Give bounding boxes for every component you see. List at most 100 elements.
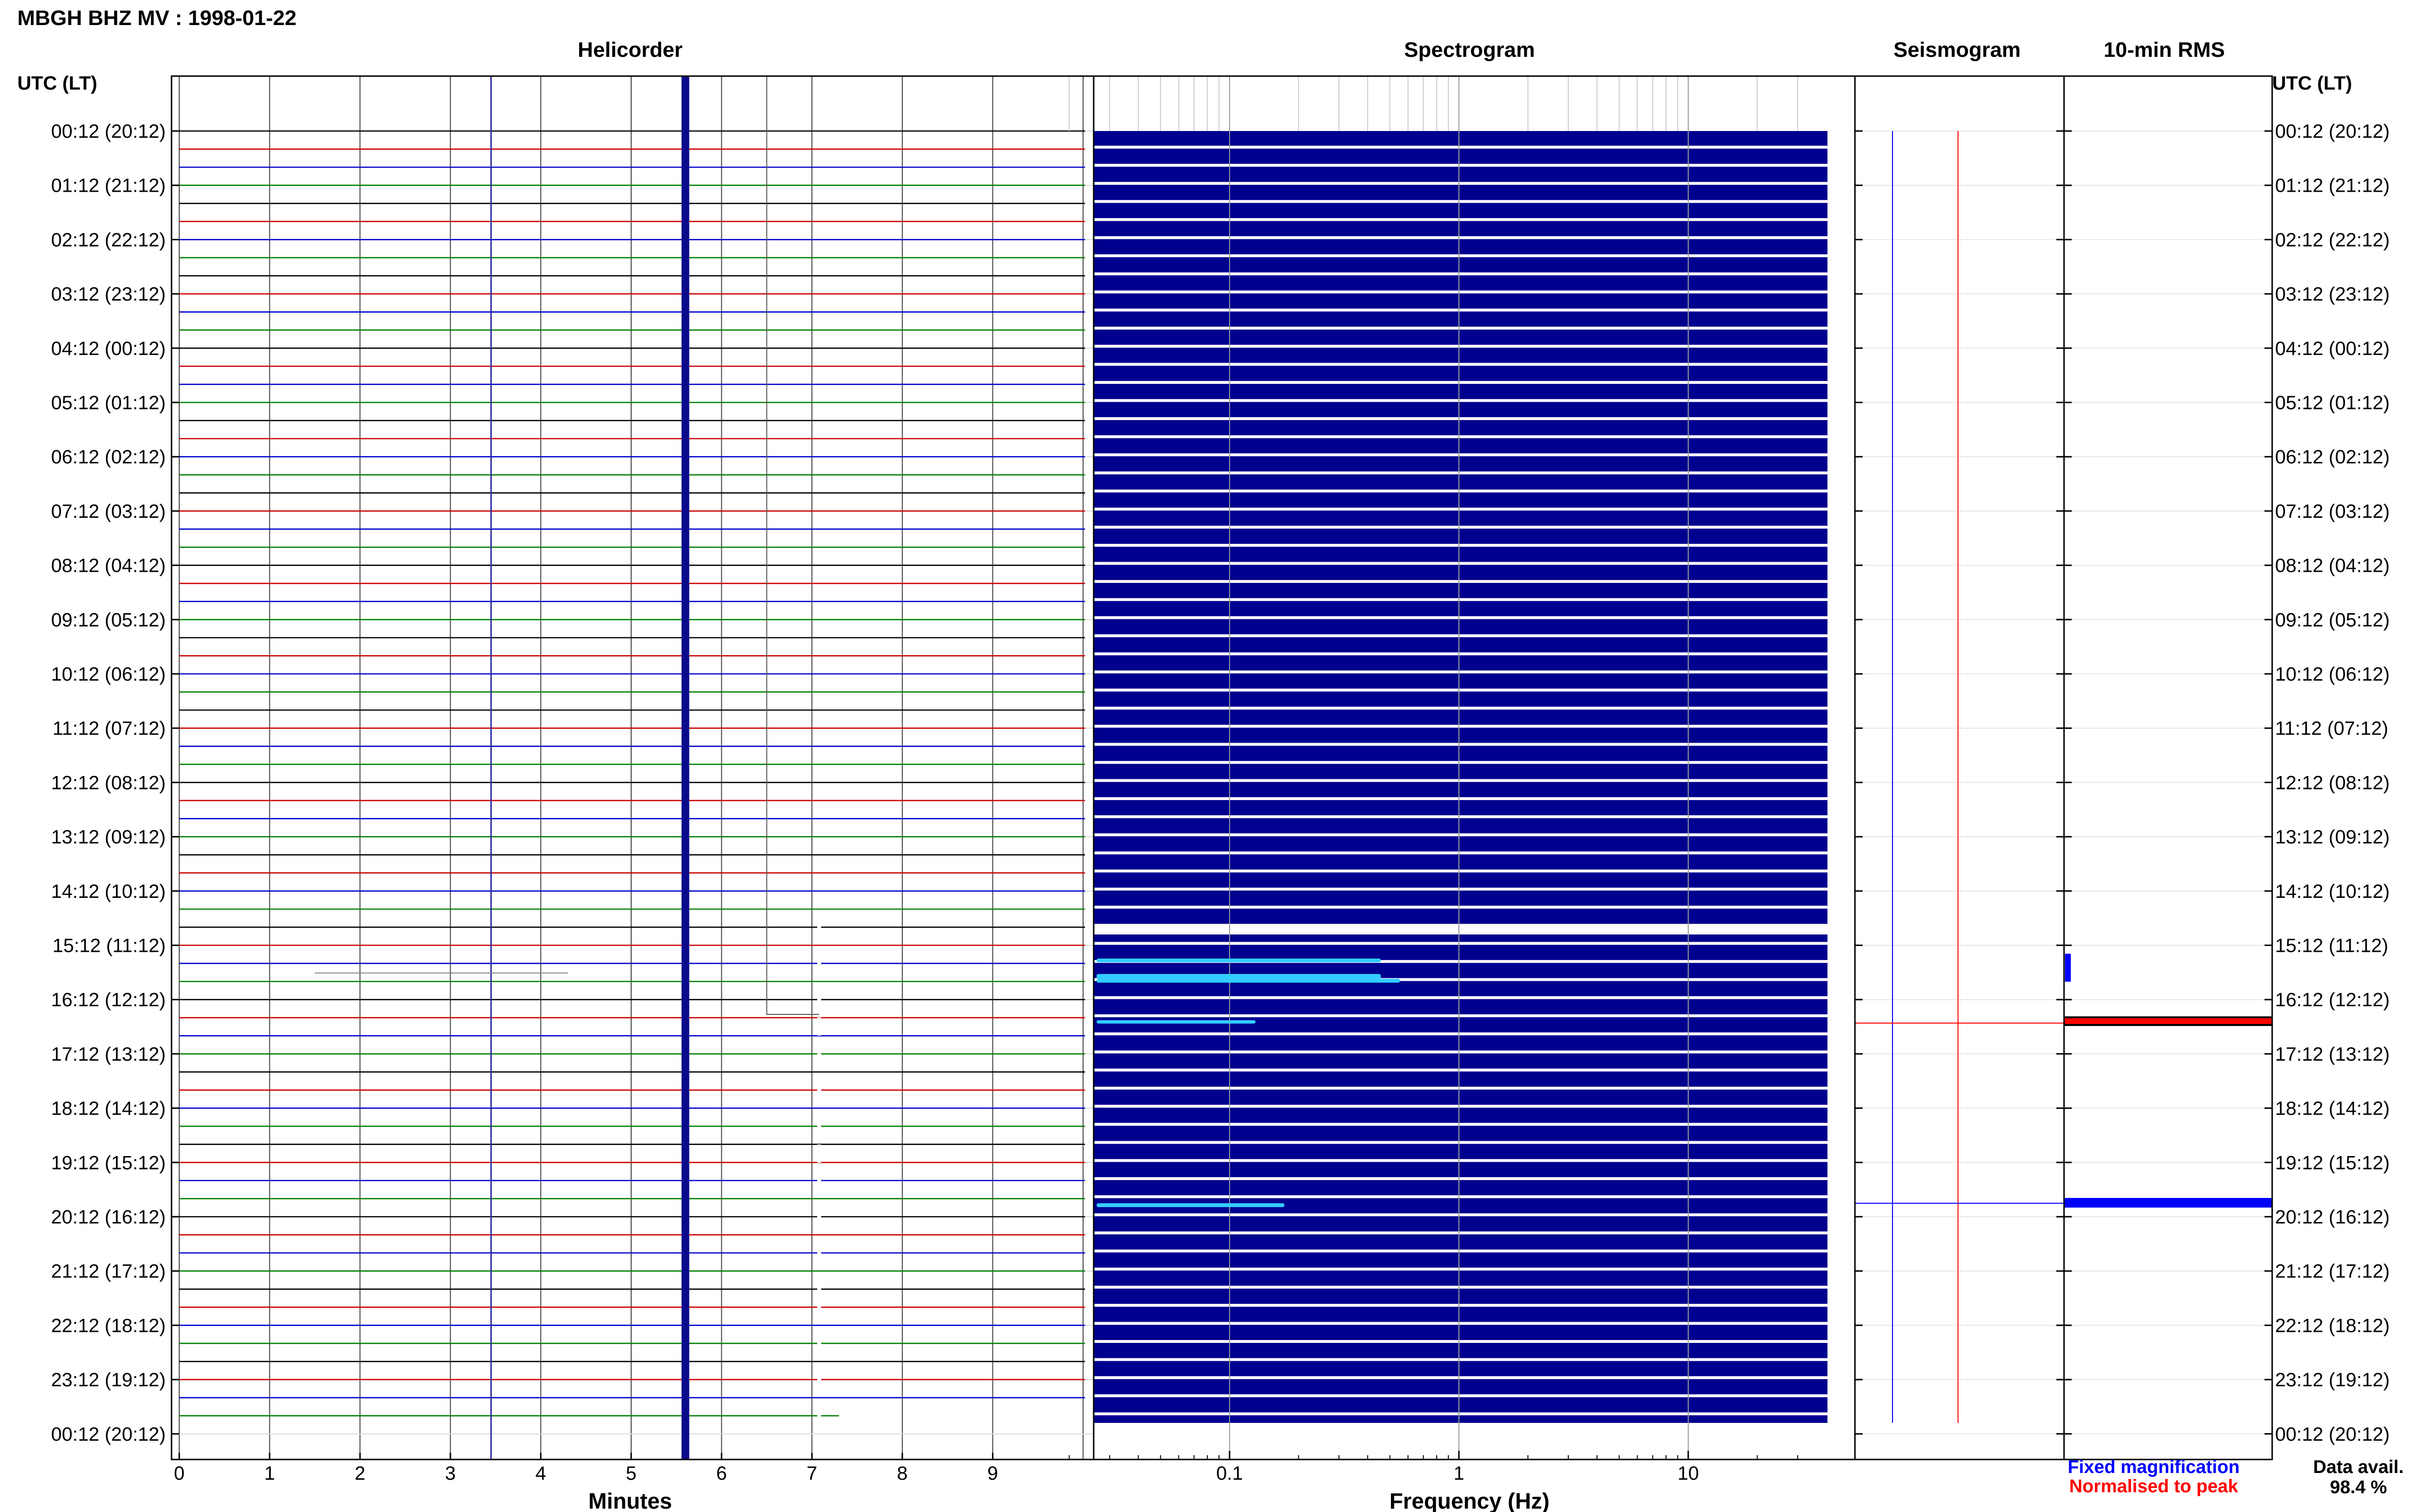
left-time-label-9: 09:12 (05:12) [51, 609, 166, 631]
spectrogram-panel [1069, 76, 1827, 1459]
spectrogram-row-gap-70 [1094, 1412, 1827, 1416]
right-time-label-21: 21:12 (17:12) [2275, 1261, 2390, 1282]
spectrogram-row-gap-18 [1094, 471, 1827, 474]
spectrogram-row-gap-23 [1094, 562, 1827, 565]
data-availability-label: Data avail. [2313, 1457, 2404, 1477]
left-time-label-22: 22:12 (18:12) [51, 1315, 166, 1336]
spectrogram-row-gap-11 [1094, 344, 1827, 348]
spectrogram-row-gap-57 [1094, 1177, 1827, 1180]
spectrogram-row-gap-37 [1094, 815, 1827, 818]
spectrogram-row-gap-4 [1094, 218, 1827, 221]
right-time-label-12: 12:12 (08:12) [2275, 772, 2390, 793]
rms-burst-normalised-1712 [2064, 1018, 2272, 1024]
right-time-label-14: 14:12 (10:12) [2275, 881, 2390, 902]
right-time-label-1: 01:12 (21:12) [2275, 175, 2390, 197]
right-time-label-17: 17:12 (13:12) [2275, 1044, 2390, 1065]
spectrogram-row-gap-24 [1094, 580, 1827, 583]
left-time-label-24: 00:12 (20:12) [51, 1424, 166, 1445]
spectrogram-row-gap-14 [1094, 399, 1827, 402]
event-spike-5.6 [681, 76, 689, 1459]
minute-tick-label-2: 2 [355, 1463, 365, 1484]
spectrogram-row-gap-16 [1094, 435, 1827, 438]
spectrogram-row-gap-2 [1094, 182, 1827, 185]
left-time-label-2: 02:12 (22:12) [51, 229, 166, 250]
spectrogram-row-gap-17 [1094, 453, 1827, 457]
spectrogram-row-gap-20 [1094, 507, 1827, 511]
left-time-label-20: 20:12 (16:12) [51, 1207, 166, 1228]
figure-title: MBGH BHZ MV : 1998-01-22 [17, 6, 296, 30]
spectrogram-row-gap-41 [1094, 887, 1827, 891]
legend-fixed-magnification: Fixed magnification [2068, 1457, 2240, 1477]
seismogram-panel-title: Seismogram [1893, 38, 2021, 62]
left-time-label-4: 04:12 (00:12) [51, 338, 166, 359]
right-time-label-10: 10:12 (06:12) [2275, 664, 2390, 685]
spectrogram-fill [1094, 131, 1827, 1423]
spectrogram-energy-streak-0 [1097, 959, 1381, 962]
spectrogram-row-gap-68 [1094, 1376, 1827, 1380]
left-time-label-1: 01:12 (21:12) [51, 175, 166, 197]
right-time-label-5: 05:12 (01:12) [2275, 393, 2390, 414]
spectrogram-row-gap-19 [1094, 489, 1827, 493]
right-time-label-20: 20:12 (16:12) [2275, 1207, 2390, 1228]
spectrogram-x-axis-label: Frequency (Hz) [1390, 1488, 1549, 1512]
spectrogram-row-gap-55 [1094, 1141, 1827, 1144]
right-time-label-24: 00:12 (20:12) [2275, 1424, 2390, 1445]
spectrogram-row-gap-22 [1094, 544, 1827, 547]
right-time-label-0: 00:12 (20:12) [2275, 121, 2390, 142]
right-time-label-2: 02:12 (22:12) [2275, 229, 2390, 250]
spectrogram-row-gap-0 [1094, 145, 1827, 149]
spectrogram-row-gap-21 [1094, 526, 1827, 529]
freq-tick-label-10: 10 [1678, 1463, 1699, 1484]
spectrogram-row-gap-58 [1094, 1195, 1827, 1198]
left-time-label-8: 08:12 (04:12) [51, 555, 166, 577]
spectrogram-row-gap-9 [1094, 308, 1827, 312]
left-time-label-12: 12:12 (08:12) [51, 772, 166, 793]
left-time-label-19: 19:12 (15:12) [51, 1152, 166, 1173]
spectrogram-row-gap-50 [1094, 1050, 1827, 1053]
spectrogram-row-gap-52 [1094, 1087, 1827, 1090]
right-time-label-22: 22:12 (18:12) [2275, 1315, 2390, 1336]
spectrogram-row-gap-66 [1094, 1340, 1827, 1343]
spectrogram-row-gap-34 [1094, 761, 1827, 764]
spectrogram-row-gap-53 [1094, 1104, 1827, 1108]
spectrogram-row-gap-27 [1094, 634, 1827, 637]
minute-tick-label-0: 0 [174, 1463, 185, 1484]
minute-tick-label-3: 3 [445, 1463, 456, 1484]
left-time-label-15: 15:12 (11:12) [53, 935, 166, 957]
spectrogram-row-gap-49 [1094, 1032, 1827, 1036]
spectrogram-row-gap-31 [1094, 707, 1827, 710]
spectrogram-row-gap-38 [1094, 833, 1827, 837]
spectrogram-row-gap-36 [1094, 797, 1827, 800]
spectrogram-row-gap-30 [1094, 688, 1827, 692]
left-time-label-3: 03:12 (23:12) [51, 284, 166, 305]
spectrogram-energy-streak-2 [1097, 979, 1400, 983]
right-time-label-11: 11:12 (07:12) [2275, 718, 2388, 739]
spectrogram-row-gap-44 [1094, 942, 1827, 945]
spectrogram-row-gap-67 [1094, 1358, 1827, 1361]
rms-panel-title: 10-min RMS [2104, 38, 2225, 62]
left-time-label-17: 17:12 (13:12) [51, 1044, 166, 1065]
spectrogram-row-gap-3 [1094, 200, 1827, 203]
right-time-label-18: 18:12 (14:12) [2275, 1098, 2390, 1119]
right-time-label-4: 04:12 (00:12) [2275, 338, 2390, 359]
spectrogram-row-gap-40 [1094, 869, 1827, 873]
spectrogram-row-gap-59 [1094, 1213, 1827, 1216]
spectrogram-energy-streak-4 [1097, 1203, 1284, 1207]
right-time-label-6: 06:12 (02:12) [2275, 447, 2390, 468]
data-availability-value: 98.4 % [2330, 1477, 2387, 1498]
spectrogram-row-gap-63 [1094, 1286, 1827, 1289]
right-time-label-9: 09:12 (05:12) [2275, 609, 2390, 631]
left-time-label-18: 18:12 (14:12) [51, 1098, 166, 1119]
spectrogram-row-gap-39 [1094, 851, 1827, 855]
spectrogram-row-gap-71 [1094, 1430, 1827, 1433]
spectrogram-row-gap-56 [1094, 1159, 1827, 1162]
minute-tick-label-8: 8 [897, 1463, 908, 1484]
spectrogram-data-gap [1094, 925, 1827, 934]
helicorder-x-axis-label: Minutes [588, 1488, 672, 1512]
spectrogram-row-gap-1 [1094, 164, 1827, 167]
minute-tick-label-1: 1 [264, 1463, 275, 1484]
left-time-label-6: 06:12 (02:12) [51, 447, 166, 468]
spectrogram-row-gap-28 [1094, 652, 1827, 656]
spectrogram-row-gap-12 [1094, 363, 1827, 366]
rms-burst-fixed-2012 [2064, 1198, 2272, 1208]
